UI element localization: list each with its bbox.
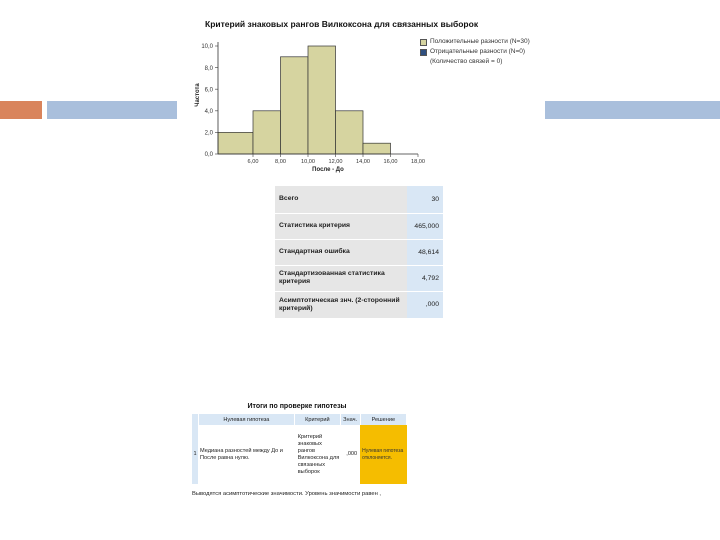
legend-label-negative: Отрицательные разности (N=0)	[430, 48, 526, 55]
x-tick-label: 8,00	[275, 159, 286, 165]
histogram-bar	[335, 110, 364, 155]
stats-label: Статистика критерия	[275, 213, 407, 240]
stats-row-test-statistic: Статистика критерия 465,000	[275, 213, 443, 240]
stats-row-standard-error: Стандартная ошибка 48,614	[275, 239, 443, 266]
y-tick-label: 10,0	[201, 44, 213, 50]
x-tick-label: 12,00	[329, 159, 343, 165]
stats-row-asymptotic-sig: Асимптотическая знч. (2-сторонний критер…	[275, 291, 443, 319]
stats-label: Всего	[275, 186, 407, 214]
legend-item-negative: Отрицательные разности (N=0)	[420, 48, 530, 56]
x-axis-title: После - До	[312, 167, 344, 173]
x-tick-label: 16,00	[384, 159, 398, 165]
stats-value: 4,792	[407, 265, 443, 292]
histogram-bar	[217, 132, 254, 155]
stats-label: Стандартизованная статистика критерия	[275, 265, 407, 292]
header-test: Критерий	[294, 414, 341, 425]
hypothesis-header-row: Нулевая гипотеза Критерий Знач. Решение	[192, 414, 408, 425]
chart-title: Критерий знаковых рангов Вилкоксона для …	[205, 19, 479, 29]
stats-value: 48,614	[407, 239, 443, 266]
histogram-bar	[362, 142, 391, 155]
y-tick-label: 4,0	[205, 109, 214, 115]
y-tick-label: 6,0	[205, 87, 214, 93]
test-statistics-table: Всего 30 Статистика критерия 465,000 Ста…	[275, 186, 443, 319]
slide-accent-bar-right	[541, 101, 720, 119]
y-axis-title: Частота	[195, 83, 201, 107]
legend-item-positive: Положительные разности (N=30)	[420, 38, 530, 46]
x-tick-label: 14,00	[356, 159, 370, 165]
hypothesis-row: 1 Медиана разностей между До и После рав…	[192, 425, 407, 484]
significance-value: ,000	[340, 425, 361, 484]
hypothesis-table: Нулевая гипотеза Критерий Знач. Решение …	[192, 414, 408, 484]
stats-row-total: Всего 30	[275, 186, 443, 214]
hypothesis-footnote: Выводятся асимптотические значимости. Ур…	[192, 491, 382, 497]
x-tick-label: 6,00	[248, 159, 259, 165]
slide-accent-bar-orange	[0, 101, 42, 119]
hypothesis-title: Итоги по проверке гипотезы	[247, 403, 347, 410]
test-name-text: Критерий знаковых рангов Вилкоксона для …	[294, 425, 341, 484]
header-null-hypothesis: Нулевая гипотеза	[198, 414, 296, 425]
hypothesis-summary: Итоги по проверке гипотезы Нулевая гипот…	[192, 400, 410, 505]
wilcoxon-histogram: 0,0 2,0 4,0 6,0 8,0 10,0 6,00 8,00 10,00 12,00 14,…	[190, 16, 545, 178]
x-tick-label: 18,00	[411, 159, 425, 165]
stats-label: Асимптотическая знч. (2-сторонний критер…	[275, 291, 407, 319]
legend-label-positive: Положительные разности (N=30)	[430, 38, 530, 45]
header-decision: Решение	[360, 414, 408, 425]
stats-label: Стандартная ошибка	[275, 239, 407, 266]
chart-legend: Положительные разности (N=30) Отрицатель…	[420, 38, 530, 66]
null-hypothesis-text: Медиана разностей между До и После равна…	[198, 425, 295, 484]
stats-row-standardized-statistic: Стандартизованная статистика критерия 4,…	[275, 265, 443, 292]
legend-swatch-positive	[420, 39, 427, 46]
decision-cell: Нулевая гипотеза отклоняется.	[360, 425, 407, 484]
header-sig: Знач.	[340, 414, 361, 425]
histogram-bar	[307, 45, 336, 155]
histogram-bar	[280, 56, 309, 155]
legend-ties-note: (Количество связей = 0)	[430, 58, 503, 65]
stats-value: 465,000	[407, 213, 443, 240]
stats-value: ,000	[407, 291, 443, 319]
slide-accent-bar-left	[47, 101, 177, 119]
y-tick-label: 8,0	[205, 66, 214, 72]
legend-swatch-negative	[420, 49, 427, 56]
stats-value: 30	[407, 186, 443, 214]
y-tick-label: 2,0	[205, 131, 214, 137]
x-tick-label: 10,00	[301, 159, 315, 165]
y-tick-label: 0,0	[205, 152, 214, 158]
histogram-bar	[252, 110, 281, 155]
